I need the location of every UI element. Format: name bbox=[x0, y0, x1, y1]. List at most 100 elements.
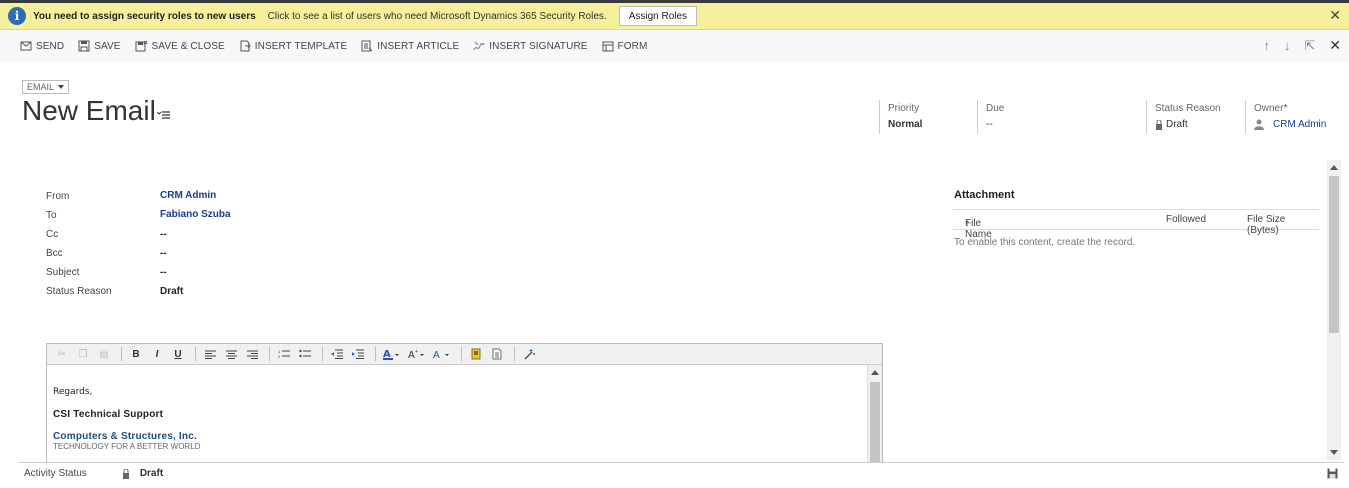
form-selector-icon[interactable] bbox=[157, 110, 171, 120]
send-icon bbox=[20, 41, 32, 51]
font-color-icon[interactable]: A bbox=[431, 346, 453, 362]
increase-indent-icon[interactable] bbox=[349, 346, 367, 362]
lock-icon bbox=[1156, 119, 1162, 130]
italic-button[interactable]: I bbox=[148, 346, 166, 362]
save-icon bbox=[78, 40, 90, 52]
insert-image-icon[interactable] bbox=[467, 346, 485, 362]
insert-article-button[interactable]: INSERT ARTICLE bbox=[361, 40, 459, 52]
copy-icon[interactable]: ❐ bbox=[74, 346, 92, 362]
header-due[interactable]: Due -- bbox=[977, 100, 1137, 134]
column-followed[interactable]: Followed bbox=[1166, 214, 1206, 225]
popout-icon[interactable]: ⇱ bbox=[1304, 38, 1315, 54]
activity-status-value: Draft bbox=[139, 468, 164, 479]
save-close-button[interactable]: SAVE & CLOSE bbox=[135, 40, 225, 52]
from-value[interactable]: CRM Admin bbox=[160, 190, 216, 201]
lock-icon bbox=[122, 468, 129, 479]
header-priority[interactable]: Priority Normal bbox=[879, 100, 969, 134]
clear-format-icon[interactable] bbox=[520, 346, 538, 362]
status-reason-value: Draft bbox=[1166, 119, 1188, 130]
insert-signature-icon bbox=[473, 41, 485, 51]
column-file-size[interactable]: File Size (Bytes) bbox=[1247, 214, 1319, 236]
form-button[interactable]: FORM bbox=[602, 41, 648, 52]
toolbar-separator bbox=[514, 347, 515, 361]
form-icon bbox=[602, 41, 614, 51]
send-button[interactable]: SEND bbox=[20, 41, 64, 52]
attachment-grid-header: File Name ↑ Followed File Size (Bytes) bbox=[953, 209, 1319, 240]
notification-bar: i You need to assign security roles to n… bbox=[0, 3, 1349, 30]
highlight-color-icon[interactable]: A bbox=[381, 346, 403, 362]
align-center-icon[interactable] bbox=[222, 346, 240, 362]
underline-button[interactable]: U bbox=[169, 346, 187, 362]
cc-value[interactable]: -- bbox=[160, 229, 167, 240]
align-right-icon[interactable] bbox=[243, 346, 261, 362]
subject-label: Subject bbox=[46, 267, 80, 278]
bullet-list-icon[interactable] bbox=[296, 346, 314, 362]
svg-text:2: 2 bbox=[278, 354, 281, 359]
decrease-indent-icon[interactable] bbox=[328, 346, 346, 362]
owner-label-wrap: Owner* bbox=[1254, 103, 1335, 114]
status-reason-value-wrap: Draft bbox=[1155, 119, 1242, 130]
entity-selector[interactable]: EMAIL bbox=[22, 80, 70, 94]
editor-scrollbar[interactable] bbox=[867, 365, 882, 463]
insert-template-icon bbox=[240, 40, 251, 52]
cut-icon[interactable]: ✂ bbox=[53, 346, 71, 362]
assign-roles-button[interactable]: Assign Roles bbox=[618, 6, 698, 26]
subject-value[interactable]: -- bbox=[160, 267, 167, 278]
editor-scroll-up-icon[interactable] bbox=[871, 370, 879, 375]
notification-message: You need to assign security roles to new… bbox=[33, 10, 256, 22]
attachment-empty-text: To enable this content, create the recor… bbox=[954, 237, 1136, 248]
svg-text:+: + bbox=[415, 349, 418, 355]
owner-value-wrap[interactable]: CRM Admin bbox=[1254, 119, 1335, 130]
align-left-icon[interactable] bbox=[201, 346, 219, 362]
bcc-value[interactable]: -- bbox=[160, 248, 167, 259]
previous-record-icon[interactable]: ↑ bbox=[1263, 38, 1270, 53]
header-owner[interactable]: Owner* CRM Admin bbox=[1245, 100, 1335, 134]
insert-signature-button[interactable]: INSERT SIGNATURE bbox=[473, 40, 587, 52]
html-source-icon[interactable] bbox=[488, 346, 506, 362]
next-record-icon[interactable]: ↓ bbox=[1284, 38, 1291, 53]
toolbar-separator bbox=[375, 347, 376, 361]
bold-button[interactable]: B bbox=[127, 346, 145, 362]
signature-company: Computers & Structures, Inc. bbox=[53, 431, 197, 442]
due-label: Due bbox=[986, 103, 1005, 114]
required-indicator: * bbox=[1283, 103, 1288, 114]
owner-value[interactable]: CRM Admin bbox=[1273, 119, 1326, 130]
save-label: SAVE bbox=[94, 40, 121, 52]
paste-icon[interactable]: ▤ bbox=[95, 346, 113, 362]
footer-save-icon[interactable] bbox=[1327, 468, 1338, 479]
close-notification-icon[interactable]: ✕ bbox=[1329, 7, 1341, 24]
insert-article-icon bbox=[361, 40, 373, 52]
to-label: To bbox=[46, 210, 57, 221]
font-size-icon[interactable]: A + bbox=[406, 346, 428, 362]
form-scrollbar[interactable] bbox=[1327, 160, 1341, 460]
to-value[interactable]: Fabiano Szuba bbox=[160, 209, 231, 220]
record-navigation: ↑ ↓ ⇱ ✕ bbox=[1249, 37, 1341, 54]
editor-content[interactable]: Regards, CSI Technical Support Computers… bbox=[47, 365, 866, 463]
status-reason-form-value[interactable]: Draft bbox=[160, 286, 183, 297]
editor-scroll-thumb[interactable] bbox=[870, 382, 880, 463]
status-reason-form-label: Status Reason bbox=[46, 286, 112, 297]
signature-name: CSI Technical Support bbox=[53, 409, 164, 420]
insert-template-button[interactable]: INSERT TEMPLATE bbox=[239, 40, 347, 52]
svg-text:A: A bbox=[433, 350, 440, 360]
page-title: New Email bbox=[22, 95, 156, 126]
activity-status-label: Activity Status bbox=[24, 468, 87, 479]
scroll-down-icon[interactable] bbox=[1330, 450, 1338, 455]
entity-label: EMAIL bbox=[27, 82, 55, 92]
save-button[interactable]: SAVE bbox=[78, 40, 120, 52]
scroll-thumb[interactable] bbox=[1329, 176, 1339, 333]
command-bar: SEND SAVE SAVE & CLOSE INSERT TEMPLATE I… bbox=[0, 30, 1349, 62]
numbered-list-icon[interactable]: 12 bbox=[275, 346, 293, 362]
body-regards: Regards, bbox=[53, 387, 93, 397]
notification-detail-link[interactable]: Click to see a list of users who need Mi… bbox=[268, 11, 607, 22]
send-label: SEND bbox=[36, 40, 65, 52]
bcc-label: Bcc bbox=[46, 248, 63, 259]
close-form-icon[interactable]: ✕ bbox=[1329, 37, 1341, 54]
scroll-up-icon[interactable] bbox=[1330, 165, 1338, 170]
from-label: From bbox=[46, 191, 70, 202]
priority-label: Priority bbox=[888, 103, 920, 114]
insert-signature-label: INSERT SIGNATURE bbox=[489, 40, 588, 52]
cc-label: Cc bbox=[46, 229, 59, 240]
header-status-reason: Status Reason Draft bbox=[1146, 100, 1242, 134]
sort-arrow-icon: ↑ bbox=[965, 218, 970, 229]
